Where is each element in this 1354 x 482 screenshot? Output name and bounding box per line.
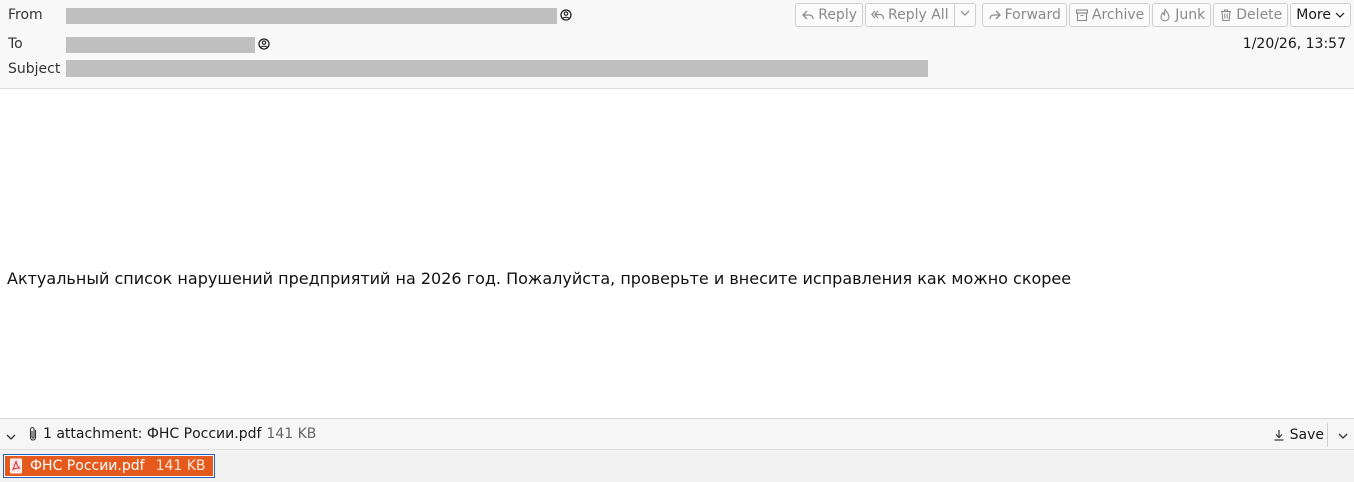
message-date: 1/20/26, 13:57 — [1242, 36, 1346, 52]
chevron-down-icon — [1334, 9, 1346, 21]
reply-label: Reply — [818, 7, 857, 23]
forward-button[interactable]: Forward — [981, 3, 1067, 27]
contact-icon[interactable] — [258, 38, 270, 50]
archive-icon — [1075, 8, 1089, 22]
archive-button[interactable]: Archive — [1068, 3, 1151, 27]
reply-all-label: Reply All — [888, 7, 949, 23]
contact-icon[interactable] — [560, 9, 572, 21]
chevron-down-icon[interactable] — [1336, 428, 1350, 442]
attachment-size: 141 KB — [155, 458, 206, 474]
trash-icon — [1219, 8, 1233, 22]
attachment-name: ФНС России.pdf — [30, 458, 145, 474]
message-body: Актуальный список нарушений предприятий … — [0, 89, 1354, 418]
attachment-bar: 1 attachment: ФНС России.pdf 141 KB Save — [0, 418, 1354, 450]
chevron-down-icon[interactable] — [5, 428, 17, 440]
subject-redacted — [66, 60, 928, 77]
attachment-summary[interactable]: 1 attachment: ФНС России.pdf 141 KB — [43, 426, 316, 442]
junk-label: Junk — [1175, 7, 1206, 23]
reply-button[interactable]: Reply — [795, 3, 863, 27]
pdf-file-icon — [8, 458, 24, 474]
save-divider — [1327, 423, 1328, 447]
more-label: More — [1296, 7, 1331, 23]
paperclip-icon — [27, 426, 39, 442]
reply-all-button[interactable]: Reply All — [865, 3, 955, 27]
junk-icon — [1158, 8, 1172, 22]
archive-label: Archive — [1091, 7, 1145, 23]
message-header: From To Subject Reply Reply All Forward … — [0, 0, 1354, 89]
from-label: From — [8, 7, 43, 23]
reply-all-icon — [871, 8, 885, 22]
reply-icon — [801, 8, 815, 22]
save-label: Save — [1289, 427, 1324, 443]
subject-label: Subject — [8, 61, 61, 77]
to-address-redacted[interactable] — [66, 37, 255, 53]
message-toolbar: Reply Reply All Forward Archive Junk Del… — [795, 3, 1351, 27]
save-attachments-button[interactable]: Save — [1272, 425, 1328, 445]
delete-button[interactable]: Delete — [1213, 3, 1289, 27]
more-button[interactable]: More — [1290, 3, 1351, 27]
forward-icon — [988, 8, 1002, 22]
attachment-summary-text: 1 attachment: ФНС России.pdf — [43, 426, 262, 442]
attachment-item[interactable]: ФНС России.pdf 141 KB — [3, 454, 215, 478]
message-text: Актуальный список нарушений предприятий … — [7, 269, 1072, 288]
junk-button[interactable]: Junk — [1152, 3, 1212, 27]
attachment-list: ФНС России.pdf 141 KB — [0, 450, 1354, 482]
reply-all-group: Reply All — [865, 3, 976, 27]
chevron-down-icon — [959, 7, 971, 23]
from-address-redacted[interactable] — [66, 8, 557, 24]
attachment-total-size: 141 KB — [266, 426, 317, 442]
reply-all-dropdown-button[interactable] — [954, 3, 976, 27]
to-label: To — [8, 36, 23, 52]
download-icon — [1272, 428, 1286, 442]
forward-label: Forward — [1004, 7, 1061, 23]
delete-label: Delete — [1236, 7, 1283, 23]
